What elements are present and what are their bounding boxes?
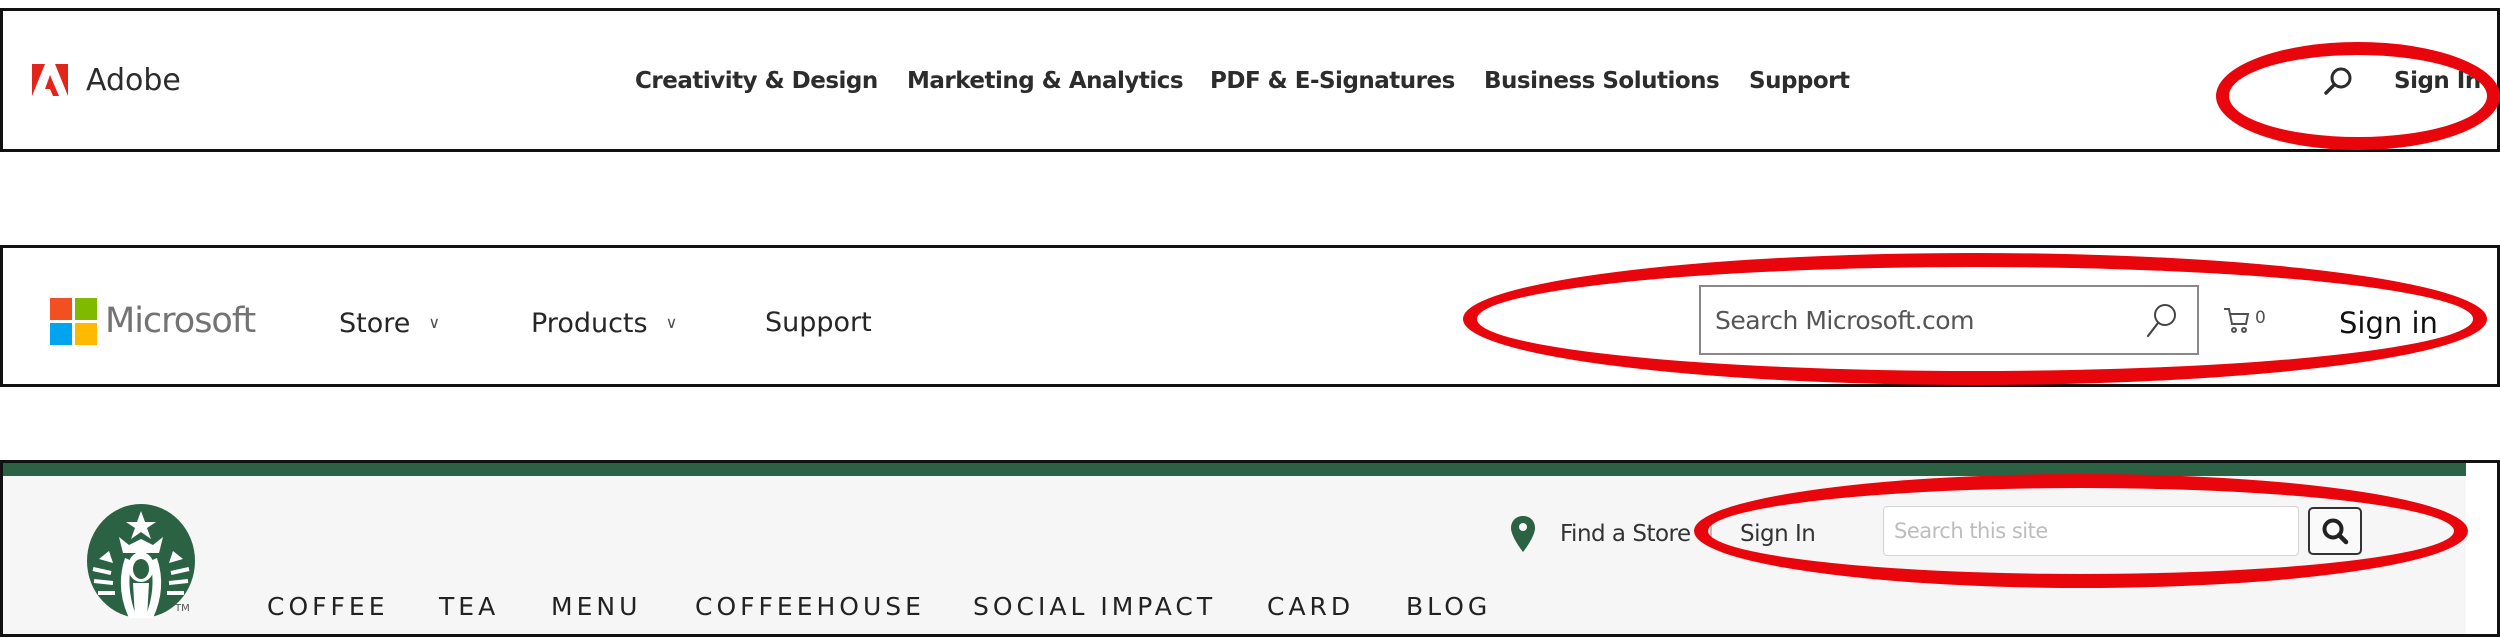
nav-products[interactable]: Products ∨ — [531, 305, 677, 342]
adobe-logo-icon[interactable] — [32, 64, 68, 100]
adobe-brand-name[interactable]: Adobe — [86, 63, 181, 99]
sign-in-link[interactable]: Sign In — [2394, 65, 2481, 97]
nav-pdf-esignatures[interactable]: PDF & E-Signatures — [1210, 65, 1455, 97]
nav-coffeehouse[interactable]: COFFEEHOUSE — [695, 591, 925, 623]
divider — [1710, 521, 1712, 547]
header-background: TM COFFEE TEA MENU COFFEEHOUSE SOCIAL IM… — [3, 463, 2466, 634]
search-box — [1883, 506, 2299, 556]
search-box — [1699, 285, 2199, 355]
starbucks-logo-icon[interactable] — [85, 503, 197, 619]
adobe-header: Adobe Creativity & Design Marketing & An… — [0, 8, 2500, 152]
nav-store[interactable]: Store ∨ — [339, 305, 440, 342]
search-input[interactable] — [1894, 516, 2284, 546]
microsoft-logo-icon[interactable] — [50, 298, 97, 345]
nav-support[interactable]: Support — [765, 305, 872, 341]
search-icon — [2322, 518, 2349, 545]
logo-square-blue — [50, 323, 72, 345]
logo-square-red — [50, 298, 72, 320]
sign-in-link[interactable]: Sign in — [2339, 304, 2438, 342]
nav-coffee[interactable]: COFFEE — [267, 591, 389, 623]
nav-marketing-analytics[interactable]: Marketing & Analytics — [907, 65, 1184, 97]
cart-count: 0 — [2255, 308, 2266, 328]
chevron-down-icon: ∨ — [665, 313, 678, 332]
chevron-down-icon: ∨ — [428, 313, 441, 332]
sign-in-link[interactable]: Sign In — [1740, 519, 1816, 549]
logo-square-yellow — [75, 323, 97, 345]
cart-icon[interactable] — [2223, 306, 2251, 334]
microsoft-brand-name[interactable]: Microsoft — [105, 300, 256, 342]
brand-band — [3, 463, 2466, 476]
nav-support[interactable]: Support — [1749, 65, 1850, 97]
nav-products-label: Products — [531, 308, 648, 339]
search-button[interactable] — [2308, 507, 2362, 555]
nav-tea[interactable]: TEA — [439, 591, 499, 623]
starbucks-header: TM COFFEE TEA MENU COFFEEHOUSE SOCIAL IM… — [0, 460, 2500, 637]
microsoft-header: Microsoft Store ∨ Products ∨ Support 0 Sig… — [0, 245, 2500, 387]
nav-creativity-design[interactable]: Creativity & Design — [635, 65, 878, 97]
trademark-label: TM — [175, 603, 190, 614]
search-input[interactable] — [1715, 302, 2115, 338]
nav-card[interactable]: CARD — [1267, 591, 1354, 623]
nav-store-label: Store — [339, 308, 411, 339]
search-icon[interactable] — [2143, 302, 2179, 338]
nav-business-solutions[interactable]: Business Solutions — [1484, 65, 1720, 97]
location-pin-icon[interactable] — [1511, 516, 1535, 552]
nav-blog[interactable]: BLOG — [1406, 591, 1491, 623]
find-a-store-link[interactable]: Find a Store — [1560, 519, 1691, 549]
nav-menu[interactable]: MENU — [551, 591, 641, 623]
nav-social-impact[interactable]: SOCIAL IMPACT — [973, 591, 1216, 623]
search-icon[interactable] — [2323, 66, 2353, 96]
logo-square-green — [75, 298, 97, 320]
